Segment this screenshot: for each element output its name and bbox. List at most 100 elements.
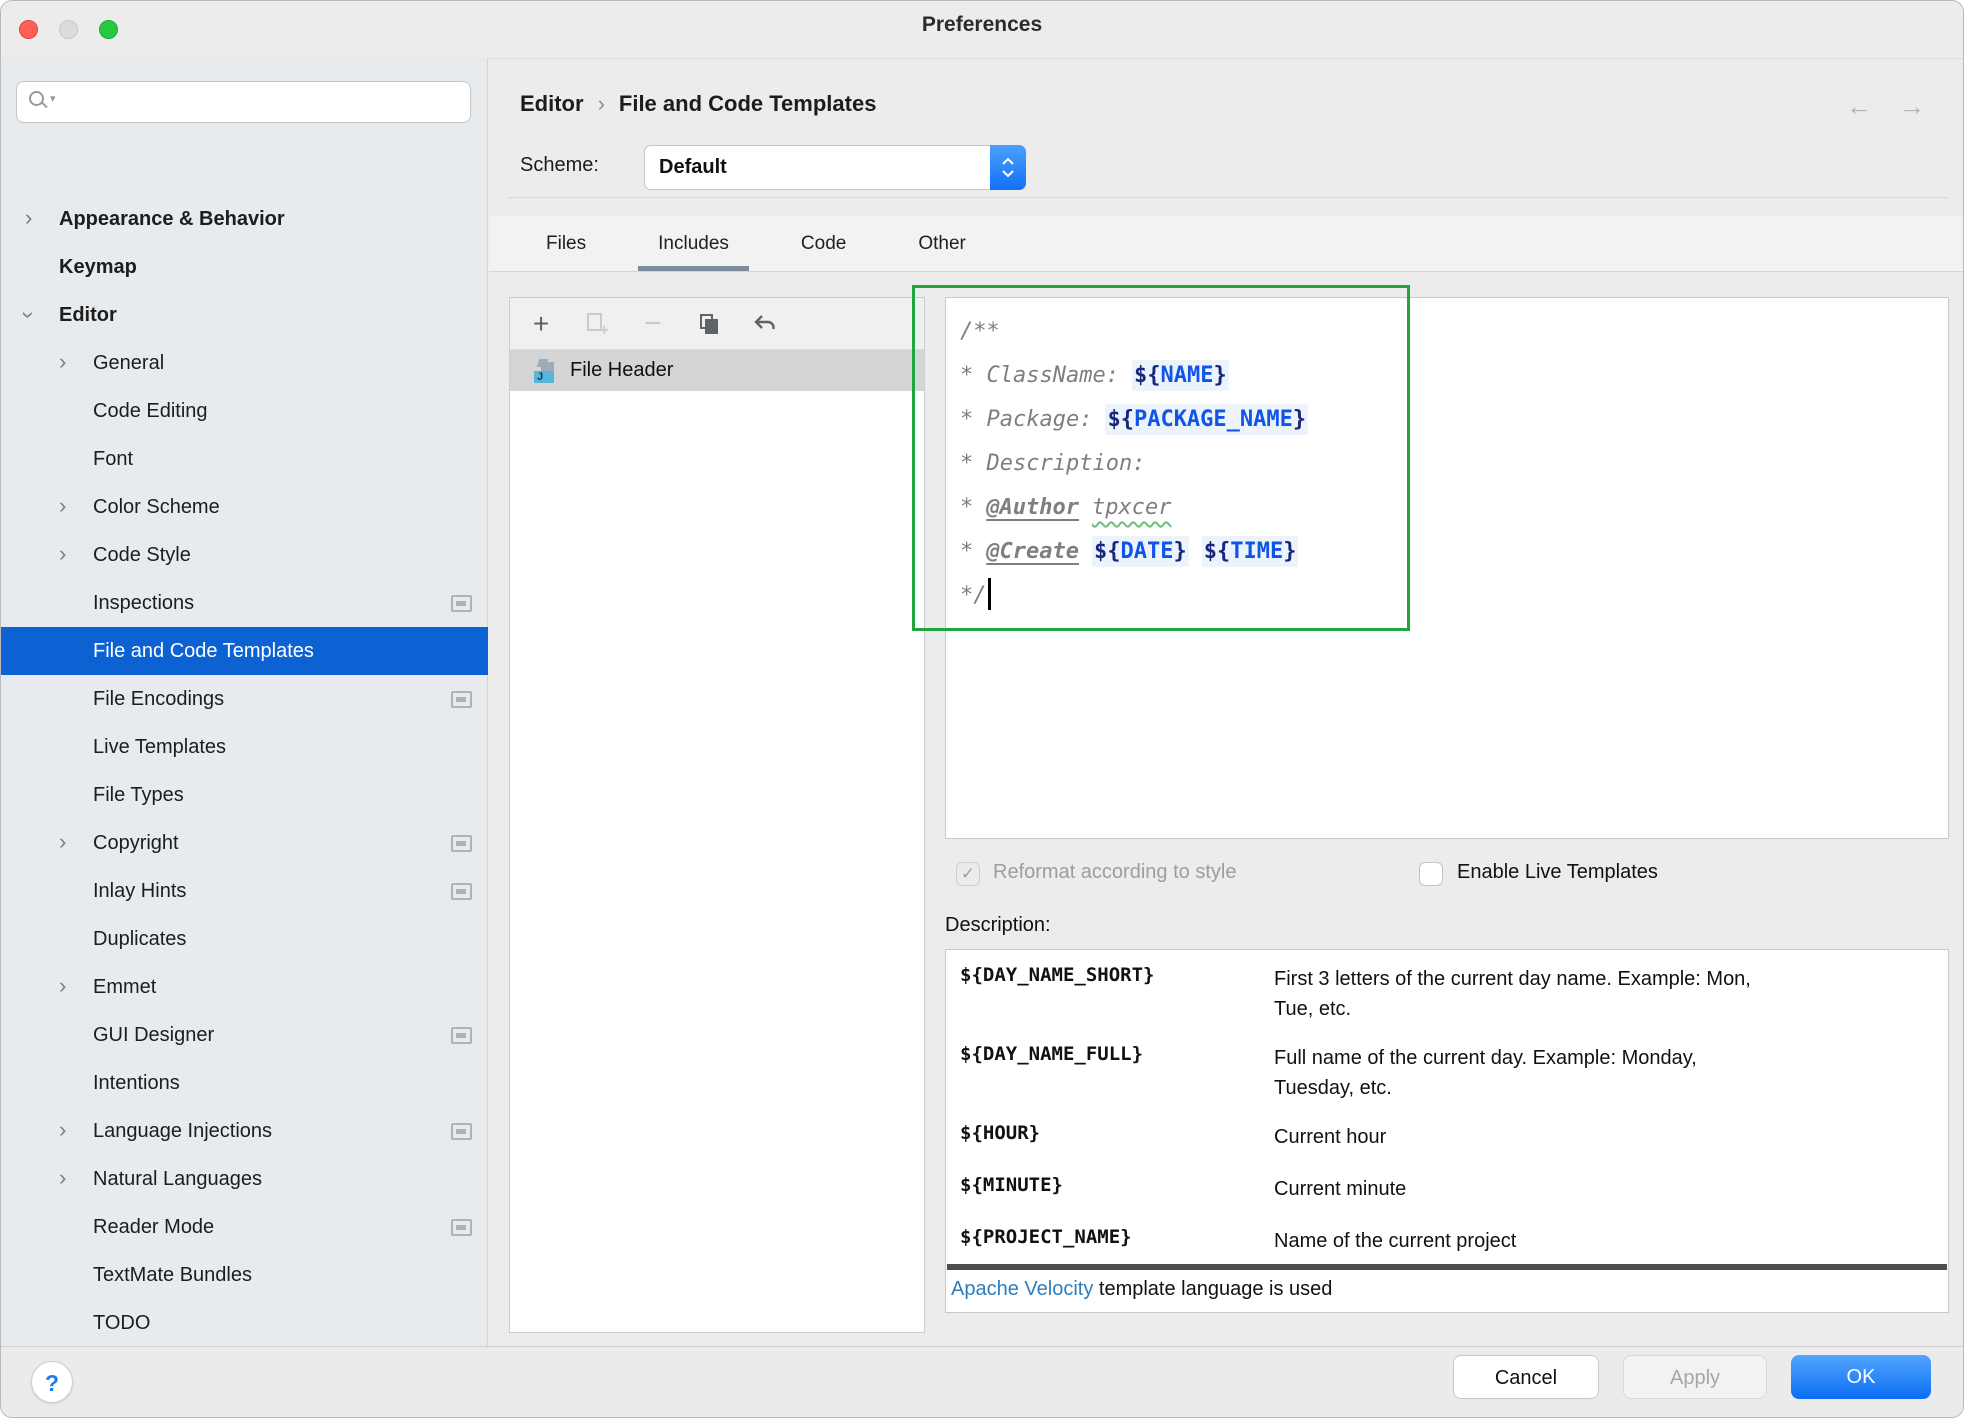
template-code: /** * ClassName:${NAME} * Package:${PACK…	[960, 310, 1308, 618]
code-line: *@Create${DATE}${TIME}	[960, 530, 1308, 574]
include-template-icon: J	[532, 358, 558, 384]
reset-template-button[interactable]	[752, 311, 778, 337]
in-editor-settings-icon	[451, 1123, 472, 1140]
breadcrumb-editor[interactable]: Editor	[520, 91, 584, 116]
chevron-right-icon: ›	[59, 1166, 93, 1192]
forward-arrow-icon[interactable]: →	[1899, 91, 1925, 122]
tab-files[interactable]: Files	[524, 216, 608, 271]
remove-template-button: −	[640, 311, 666, 337]
tab-other[interactable]: Other	[896, 216, 988, 271]
sidebar-item-code-style[interactable]: ›Code Style	[1, 531, 488, 579]
chevron-down-icon: ›	[25, 302, 59, 328]
sidebar-item-todo[interactable]: TODO	[1, 1299, 488, 1347]
chevron-right-icon: ›	[25, 206, 59, 232]
chevron-right-icon: ›	[59, 542, 93, 568]
sidebar-item-color-scheme[interactable]: ›Color Scheme	[1, 483, 488, 531]
dialog-footer: ? Cancel Apply OK	[1, 1346, 1963, 1418]
in-editor-settings-icon	[451, 835, 472, 852]
code-line: * Description:	[960, 442, 1308, 486]
apache-velocity-link[interactable]: Apache Velocity	[951, 1278, 1093, 1300]
check-icon: ✓	[961, 864, 975, 883]
tab-includes[interactable]: Includes	[636, 216, 751, 271]
add-file-icon: +	[587, 313, 607, 335]
breadcrumb-separator-icon: ›	[598, 91, 605, 116]
template-tabs: Files Includes Code Other	[489, 216, 1964, 272]
sidebar-item-natural-languages[interactable]: ›Natural Languages	[1, 1155, 488, 1203]
ok-button[interactable]: OK	[1791, 1355, 1931, 1399]
in-editor-settings-icon	[451, 595, 472, 612]
sidebar-item-file-types[interactable]: File Types	[1, 771, 488, 819]
title-bar: Preferences	[1, 1, 1963, 59]
scheme-select[interactable]: Default	[644, 145, 1026, 190]
breadcrumb: Editor › File and Code Templates	[520, 87, 876, 121]
description-panel: ${DAY_NAME_SHORT}First 3 letters of the …	[945, 949, 1949, 1313]
reformat-label: Reformat according to style	[993, 861, 1236, 884]
code-line: */	[960, 574, 1308, 618]
reformat-checkbox: ✓	[956, 862, 980, 886]
sidebar-item-intentions[interactable]: Intentions	[1, 1059, 488, 1107]
template-list-panel: + + − J File Header	[509, 297, 925, 1333]
scheme-label: Scheme:	[520, 154, 599, 177]
chevron-right-icon: ›	[59, 974, 93, 1000]
sidebar-item-emmet[interactable]: ›Emmet	[1, 963, 488, 1011]
options-row: ✓ Reformat according to style Enable Liv…	[945, 859, 1949, 895]
sidebar-item-inlay-hints[interactable]: Inlay Hints	[1, 867, 488, 915]
text-cursor	[988, 578, 991, 610]
template-list-item-file-header[interactable]: J File Header	[510, 350, 924, 391]
horizontal-scrollbar[interactable]	[947, 1264, 1947, 1270]
template-language-note: Apache Velocity template language is use…	[951, 1278, 1332, 1301]
cancel-button[interactable]: Cancel	[1453, 1355, 1599, 1399]
search-icon-handle	[41, 102, 47, 108]
search-dropdown-caret-icon: ▾	[50, 92, 56, 105]
in-editor-settings-icon	[451, 1219, 472, 1236]
sidebar-item-live-templates[interactable]: Live Templates	[1, 723, 488, 771]
code-line: *@Authortpxcer	[960, 486, 1308, 530]
sidebar-item-file-encodings[interactable]: File Encodings	[1, 675, 488, 723]
back-arrow-icon[interactable]: ←	[1846, 91, 1872, 122]
in-editor-settings-icon	[451, 1027, 472, 1044]
help-button[interactable]: ?	[31, 1361, 73, 1403]
code-line: * Package:${PACKAGE_NAME}	[960, 398, 1308, 442]
sidebar-item-font[interactable]: Font	[1, 435, 488, 483]
apply-button: Apply	[1623, 1355, 1767, 1399]
sidebar-item-copyright[interactable]: ›Copyright	[1, 819, 488, 867]
undo-icon	[753, 314, 777, 334]
template-list-toolbar: + + −	[510, 298, 924, 350]
dropdown-stepper-icon	[990, 145, 1026, 190]
sidebar-item-appearance-behavior[interactable]: ›Appearance & Behavior	[1, 195, 488, 243]
add-template-button[interactable]: +	[528, 311, 554, 337]
sidebar-item-inspections[interactable]: Inspections	[1, 579, 488, 627]
code-line: /**	[960, 310, 1308, 354]
code-line: * ClassName:${NAME}	[960, 354, 1308, 398]
in-editor-settings-icon	[451, 691, 472, 708]
sidebar-item-textmate-bundles[interactable]: TextMate Bundles	[1, 1251, 488, 1299]
sidebar-item-file-and-code-templates[interactable]: File and Code Templates	[1, 627, 488, 675]
create-from-template-button: +	[584, 311, 610, 337]
chevron-right-icon: ›	[59, 1118, 93, 1144]
sidebar-item-reader-mode[interactable]: Reader Mode	[1, 1203, 488, 1251]
scheme-selected-value: Default	[659, 146, 727, 189]
enable-live-templates-checkbox[interactable]	[1419, 862, 1443, 886]
sidebar-item-language-injections[interactable]: ›Language Injections	[1, 1107, 488, 1155]
sidebar-item-keymap[interactable]: Keymap	[1, 243, 488, 291]
breadcrumb-current-page: File and Code Templates	[619, 91, 877, 116]
copy-template-button[interactable]	[696, 311, 722, 337]
search-input[interactable]: ▾	[16, 81, 471, 123]
chevron-right-icon: ›	[59, 350, 93, 376]
sidebar-item-duplicates[interactable]: Duplicates	[1, 915, 488, 963]
chevron-right-icon: ›	[59, 494, 93, 520]
chevron-right-icon: ›	[59, 830, 93, 856]
sidebar-item-general[interactable]: ›General	[1, 339, 488, 387]
template-item-label: File Header	[570, 359, 673, 382]
window-title: Preferences	[1, 13, 1963, 37]
tab-code[interactable]: Code	[779, 216, 868, 271]
preferences-window: Preferences ▾ ›Appearance & Behavior Key…	[0, 0, 1964, 1418]
template-editor[interactable]: /** * ClassName:${NAME} * Package:${PACK…	[945, 297, 1949, 839]
copy-icon	[700, 314, 718, 334]
description-label: Description:	[945, 914, 1051, 937]
sidebar-item-editor[interactable]: ›Editor	[1, 291, 488, 339]
sidebar-item-code-editing[interactable]: Code Editing	[1, 387, 488, 435]
in-editor-settings-icon	[451, 883, 472, 900]
settings-sidebar: ▾ ›Appearance & Behavior Keymap ›Editor …	[1, 58, 488, 1346]
sidebar-item-gui-designer[interactable]: GUI Designer	[1, 1011, 488, 1059]
